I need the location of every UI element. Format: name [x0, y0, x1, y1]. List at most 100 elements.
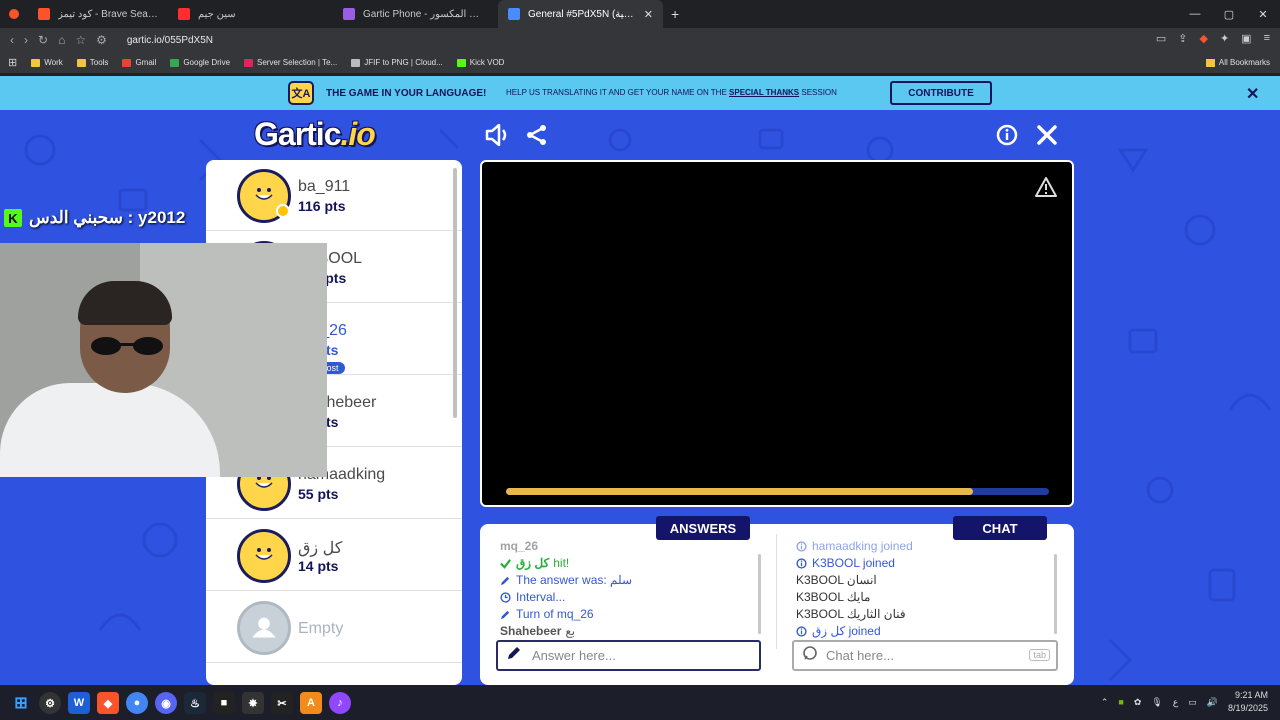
answer-input-box[interactable]	[496, 640, 761, 671]
nvidia-icon[interactable]: ■	[1118, 697, 1123, 707]
bookmarks-bar: ⊞ Work Tools Gmail Google Drive Server Selec…	[0, 52, 1280, 74]
contribute-button[interactable]: CONTRIBUTE	[890, 81, 992, 105]
system-clock[interactable]: 9:21 AM 8/19/2025	[1228, 689, 1268, 715]
microphone-icon[interactable]: 🎙	[1151, 697, 1162, 708]
bookmark-favicon-icon	[31, 58, 41, 67]
bookmark-item[interactable]: Server Selection | Te...	[244, 58, 337, 67]
log-message: The answer was: سلم	[500, 572, 760, 589]
minimize-icon[interactable]: —	[1178, 8, 1212, 20]
log-message: K3BOOL joined	[796, 555, 1046, 572]
speaker-icon[interactable]: 🔊	[1207, 697, 1218, 708]
brave-shields-icon[interactable]: ◆	[1199, 32, 1207, 45]
extensions-icon[interactable]: ✦	[1220, 32, 1229, 45]
menu-icon[interactable]: ≡	[1264, 32, 1270, 45]
network-app-icon[interactable]: ✿	[1134, 697, 1142, 708]
brave-app-icon[interactable]: ◆	[97, 692, 119, 714]
gartic-logo: Gartic.io	[254, 116, 376, 152]
player-name: ba_911	[298, 178, 351, 195]
bookmark-favicon-icon	[351, 58, 361, 67]
exit-game-icon[interactable]	[1036, 124, 1058, 151]
player-name: كل زق	[298, 540, 343, 557]
report-warning-icon[interactable]	[1034, 176, 1058, 203]
browser-tab-strip: كود تيمز - Brave Search سين جيم Gartic Pho…	[0, 0, 1280, 28]
cast-icon[interactable]: ▭	[1156, 32, 1166, 45]
chat-input-box[interactable]: tab	[792, 640, 1058, 671]
bookmark-favicon-icon	[76, 58, 86, 67]
steam-app-icon[interactable]: ♨	[184, 692, 206, 714]
browser-tab[interactable]: General #5PdX5N (العربية) - Gartic✕	[498, 0, 663, 28]
special-thanks-link[interactable]: SPECIAL THANKS	[729, 88, 799, 97]
answer-input[interactable]	[532, 648, 732, 663]
answers-log: mq_26 كل زق hit! The answer was: سلم Interva…	[500, 538, 760, 640]
close-window-icon[interactable]: ✕	[1246, 8, 1280, 21]
info-icon	[796, 626, 812, 637]
bookmark-item[interactable]: Kick VOD	[456, 58, 504, 67]
reload-icon[interactable]: ↻	[38, 33, 48, 47]
home-icon[interactable]: ⌂	[58, 33, 65, 47]
kick-logo-icon: K	[4, 209, 22, 227]
chat-scrollbar[interactable]	[1054, 554, 1057, 634]
display-icon[interactable]: ▭	[1188, 697, 1197, 708]
share-icon[interactable]: ⇪	[1178, 32, 1187, 45]
all-bookmarks[interactable]: All Bookmarks	[1205, 58, 1270, 67]
capcut-app-icon[interactable]: ✂	[271, 692, 293, 714]
bookmark-item[interactable]: Tools	[76, 58, 108, 67]
bookmark-item[interactable]: Gmail	[122, 58, 156, 67]
browser-tab[interactable]: Gartic Phone - لعبة الهاتف المكسور	[333, 0, 498, 28]
close-banner-icon[interactable]: ✕	[1246, 84, 1259, 104]
chrome-app-icon[interactable]: ●	[126, 692, 148, 714]
info-icon[interactable]	[996, 124, 1018, 151]
tab-answers[interactable]: ANSWERS	[656, 516, 750, 540]
player-row[interactable]: كل زق 14 pts	[206, 520, 462, 591]
browser-tab[interactable]: كود تيمز - Brave Search	[28, 0, 168, 28]
log-message: Shahebeer بع	[500, 624, 576, 638]
tray-overflow-icon[interactable]: ⌃	[1101, 697, 1109, 708]
player-row[interactable]: Empty	[206, 592, 462, 663]
player-points: 55 pts	[298, 486, 339, 502]
bookmark-item[interactable]: JFIF to PNG | Cloud...	[351, 58, 443, 67]
windows-start-icon[interactable]: ⊞	[10, 692, 32, 714]
sound-icon[interactable]	[485, 123, 511, 151]
bookmark-item[interactable]: Google Drive	[170, 58, 230, 67]
browser-tab[interactable]: سين جيم	[168, 0, 333, 28]
maximize-icon[interactable]: ▢	[1212, 8, 1246, 21]
back-icon[interactable]: ‹	[10, 33, 14, 47]
player-avatar	[237, 529, 291, 583]
site-settings-icon[interactable]: ⚙	[96, 33, 107, 47]
game-area: Gartic.io Empty كل زق 14 pts hamaadking 55 p…	[0, 110, 1280, 685]
drawing-canvas[interactable]	[480, 160, 1074, 507]
ae-app-icon[interactable]: A	[300, 692, 322, 714]
epic-games-app-icon[interactable]: ■	[213, 692, 235, 714]
settings-app-icon[interactable]: ⚙	[39, 692, 61, 714]
log-message: Interval...	[500, 589, 760, 606]
word-app-icon[interactable]: W	[68, 692, 90, 714]
log-message: كل زق hit!	[500, 555, 760, 572]
url-field[interactable]: gartic.io/055PdX5N	[127, 35, 213, 46]
banner-subtitle: HELP US TRANSLATING IT AND GET YOUR NAME…	[506, 88, 837, 97]
log-message: hamaadking joined	[796, 538, 1046, 555]
close-tab-icon[interactable]: ✕	[644, 8, 653, 21]
input-language[interactable]: ع	[1173, 697, 1178, 708]
player-row[interactable]: ba_911 116 pts	[206, 160, 462, 231]
share-icon[interactable]	[526, 124, 548, 151]
chat-input[interactable]	[826, 648, 1026, 663]
bookmark-icon[interactable]: ☆	[75, 33, 86, 47]
wallet-icon[interactable]: ▣	[1241, 32, 1251, 45]
discord-app-icon[interactable]: ◉	[155, 692, 177, 714]
new-tab-button[interactable]: +	[663, 6, 687, 22]
answers-scrollbar[interactable]	[758, 554, 761, 634]
apps-icon[interactable]: ⊞	[0, 56, 31, 69]
brave-menu-icon[interactable]	[0, 8, 28, 20]
streaming-app-icon[interactable]: ♪	[329, 692, 351, 714]
bookmark-item[interactable]: Work	[31, 58, 63, 67]
bookmark-favicon-icon	[122, 58, 132, 67]
forward-icon[interactable]: ›	[24, 33, 28, 47]
misc-app-icon[interactable]: ✸	[242, 692, 264, 714]
avatar-face-icon	[255, 188, 273, 200]
bookmark-favicon-icon	[456, 58, 466, 67]
player-list-scrollbar[interactable]	[453, 168, 457, 418]
tab-chat[interactable]: CHAT	[953, 516, 1047, 540]
info-icon	[796, 541, 812, 552]
turn-timer-bar	[506, 488, 1049, 495]
tab-favicon-icon	[178, 8, 190, 20]
